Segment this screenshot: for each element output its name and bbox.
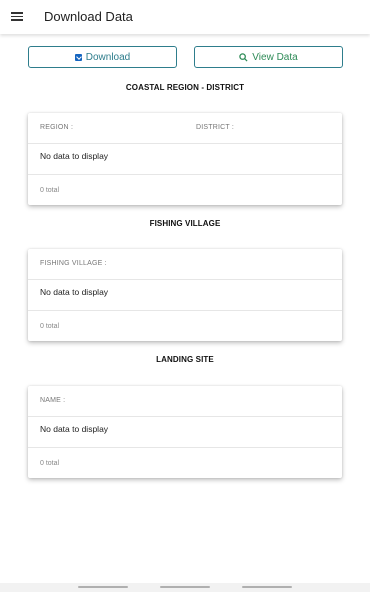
row-count: 0 total [40,187,60,194]
system-nav-bar [0,583,370,592]
coastal-region-table: REGION : DISTRICT : No data to display 0… [28,113,342,205]
column-header-fishing-village[interactable]: FISHING VILLAGE : [40,260,107,267]
divider [28,447,342,448]
table-header: FISHING VILLAGE : [28,249,342,280]
divider [28,174,342,175]
hamburger-menu-icon[interactable] [11,12,23,21]
row-count: 0 total [40,323,60,330]
landing-site-section-title: LANDING SITE [156,355,214,364]
page-title: Download Data [44,9,133,24]
landing-site-table: NAME : No data to display 0 total [28,386,342,478]
nav-handle[interactable] [242,586,292,588]
empty-message: No data to display [40,424,109,434]
empty-message: No data to display [40,287,109,297]
column-header-district[interactable]: DISTRICT : [196,124,234,131]
app-bar: Download Data [0,0,370,34]
column-header-region[interactable]: REGION : [40,124,73,131]
coastal-region-section-title: COASTAL REGION - DISTRICT [125,83,245,92]
nav-handle[interactable] [78,586,128,588]
view-data-button-label: View Data [252,51,298,63]
fishing-village-section-title: FISHING VILLAGE [149,219,221,228]
row-count: 0 total [40,460,60,467]
download-icon [74,53,82,61]
view-data-button[interactable]: View Data [194,46,343,68]
column-header-name[interactable]: NAME : [40,397,65,404]
divider [28,310,342,311]
table-header: REGION : DISTRICT : [28,113,342,144]
table-header: NAME : [28,386,342,417]
download-button[interactable]: Download [28,46,177,68]
download-button-label: Download [85,51,131,63]
nav-handle[interactable] [160,586,210,588]
fishing-village-table: FISHING VILLAGE : No data to display 0 t… [28,249,342,341]
empty-message: No data to display [40,151,109,161]
search-icon [239,52,248,62]
